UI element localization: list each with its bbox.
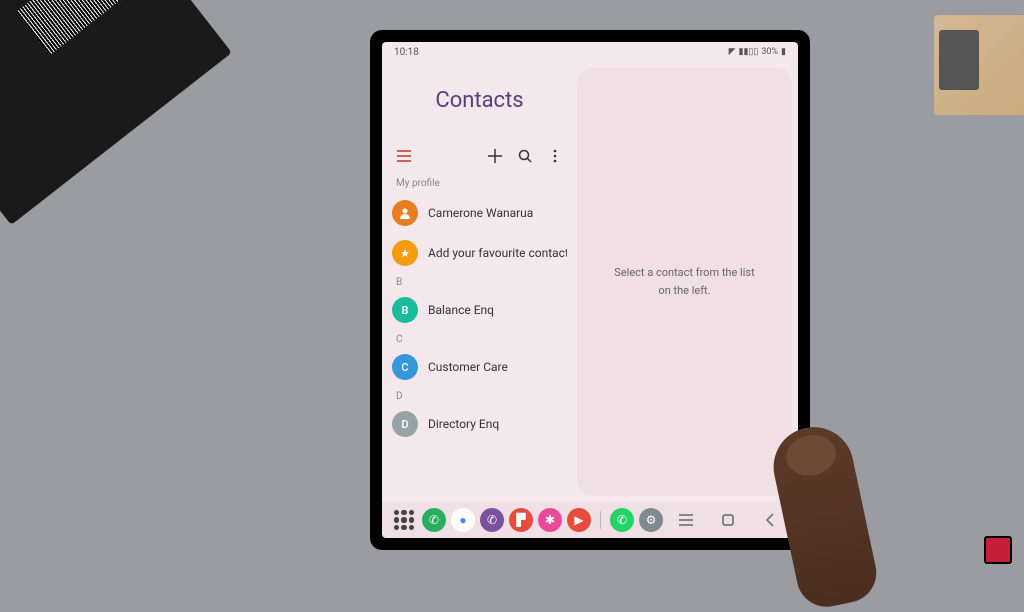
star-icon: ★: [392, 240, 418, 266]
dock-flipboard[interactable]: ▛: [509, 508, 533, 532]
dock-divider: [600, 511, 601, 529]
nav-recents[interactable]: [678, 512, 694, 528]
contact-name: Customer Care: [428, 360, 508, 374]
status-bar: 10:18 ◤ ▮▮▯▯ 30% ▮: [382, 42, 798, 62]
dock-messages[interactable]: ●: [451, 508, 475, 532]
hinge-decoration: [939, 30, 979, 90]
profile-contact[interactable]: Camerone Wanarua: [382, 193, 577, 233]
avatar: [392, 200, 418, 226]
dock-galaxy-store[interactable]: ✱: [538, 508, 562, 532]
taskbar: ✆ ● ✆ ▛ ✱ ▶ ✆ ⚙: [382, 502, 798, 538]
battery-icon: ▮: [781, 47, 786, 57]
alpha-header-c: C: [382, 330, 577, 347]
add-favourite[interactable]: ★ Add your favourite contacts: [382, 233, 577, 273]
more-icon[interactable]: [547, 148, 563, 164]
signal-icon: ▮▮▯▯: [739, 47, 759, 57]
alpha-header-b: B: [382, 273, 577, 290]
menu-icon[interactable]: [396, 148, 412, 164]
dock-apps: ✆ ● ✆ ▛ ✱ ▶ ✆ ⚙: [422, 508, 663, 532]
search-icon[interactable]: [517, 148, 533, 164]
contact-directory[interactable]: D Directory Enq: [382, 404, 577, 444]
dock-youtube[interactable]: ▶: [567, 508, 591, 532]
product-box: Galaxy Z Fold6: [0, 0, 232, 225]
contact-name: Directory Enq: [428, 417, 499, 431]
status-right: ◤ ▮▮▯▯ 30% ▮: [729, 47, 786, 57]
wifi-icon: ◤: [729, 47, 736, 57]
nav-back[interactable]: [762, 512, 778, 528]
screen: 10:18 ◤ ▮▮▯▯ 30% ▮ Contacts: [382, 42, 798, 538]
contact-name: Balance Enq: [428, 303, 494, 317]
detail-panel: Select a contact from the list on the le…: [577, 68, 792, 496]
dock-settings[interactable]: ⚙: [639, 508, 663, 532]
dock-phone[interactable]: ✆: [422, 508, 446, 532]
avatar: B: [392, 297, 418, 323]
contact-list-panel: Contacts: [382, 62, 577, 502]
add-icon[interactable]: [487, 148, 503, 164]
barcode: [16, 0, 129, 55]
favourite-label: Add your favourite contacts: [428, 246, 567, 260]
dock-viber[interactable]: ✆: [480, 508, 504, 532]
avatar: C: [392, 354, 418, 380]
empty-state-text: Select a contact from the list on the le…: [614, 264, 754, 299]
contact-balance[interactable]: B Balance Enq: [382, 290, 577, 330]
content-area: Contacts: [382, 62, 798, 502]
nav-home[interactable]: [720, 512, 736, 528]
toolbar: [382, 148, 577, 174]
app-drawer-icon[interactable]: [394, 510, 414, 530]
app-title: Contacts: [382, 66, 577, 148]
dock-whatsapp[interactable]: ✆: [610, 508, 634, 532]
device-frame: 10:18 ◤ ▮▮▯▯ 30% ▮ Contacts: [370, 30, 810, 550]
contact-customer-care[interactable]: C Customer Care: [382, 347, 577, 387]
contact-name: Camerone Wanarua: [428, 206, 533, 220]
alpha-header-d: D: [382, 387, 577, 404]
nav-buttons: [678, 512, 786, 528]
channel-logo: [984, 536, 1012, 564]
profile-section-label: My profile: [382, 174, 577, 193]
avatar: D: [392, 411, 418, 437]
finger: [766, 420, 882, 612]
status-time: 10:18: [394, 47, 419, 58]
battery-text: 30%: [761, 47, 778, 57]
